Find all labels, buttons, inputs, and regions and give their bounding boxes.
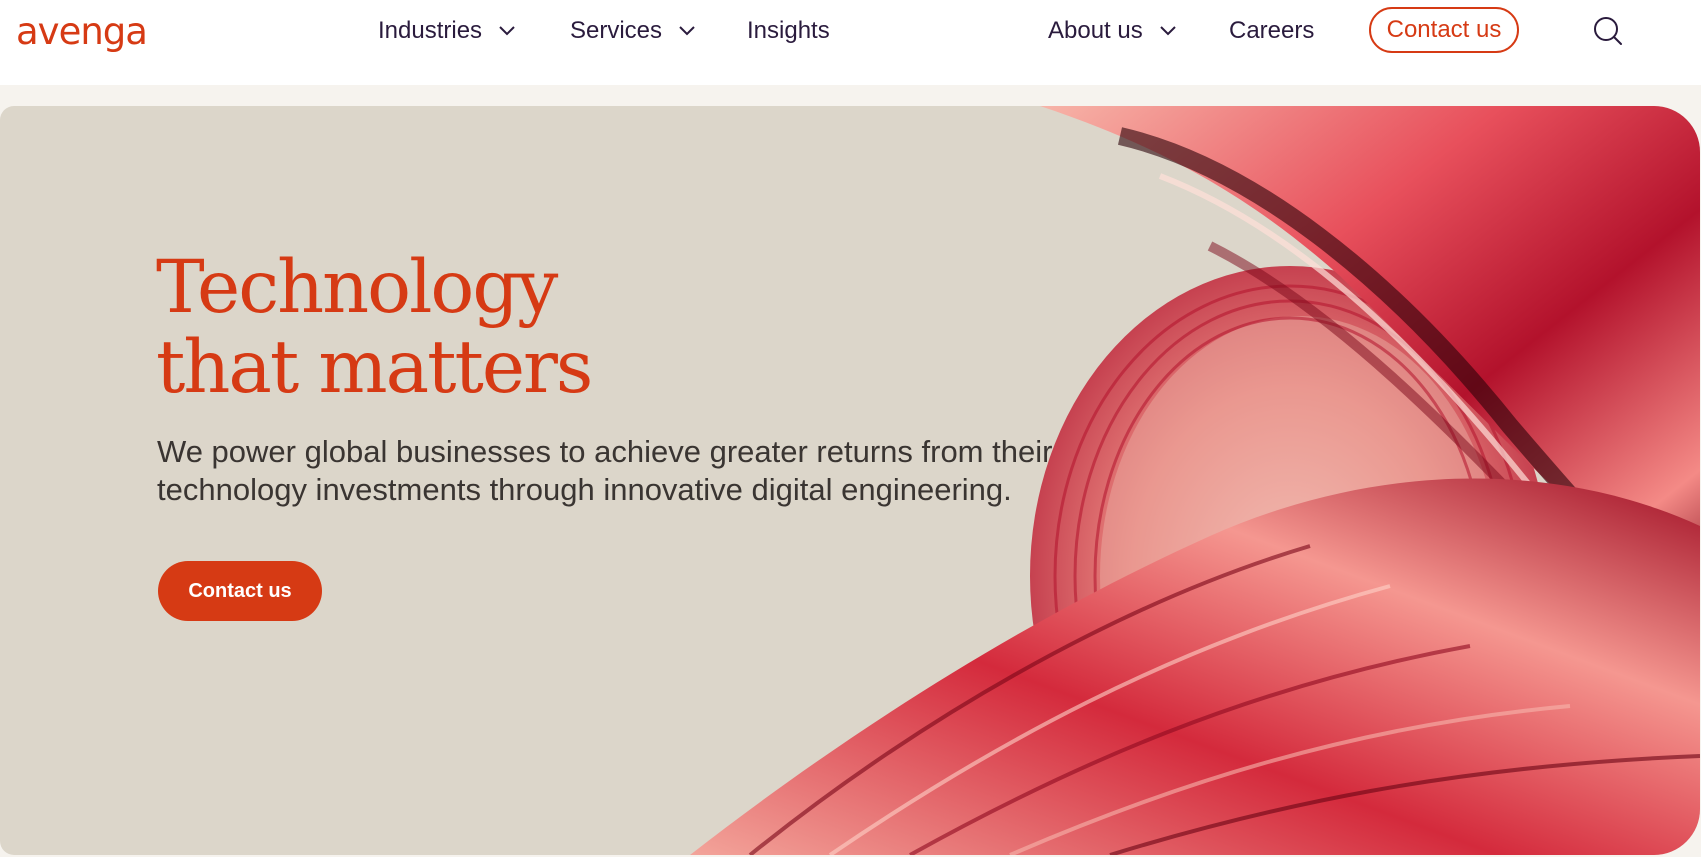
- nav-label-insights: Insights: [747, 17, 830, 44]
- nav-item-about[interactable]: About us: [1048, 14, 1177, 48]
- nav-label-careers: Careers: [1229, 17, 1315, 44]
- hero-title-line2: that matters: [156, 325, 593, 410]
- nav-label-services: Services: [570, 17, 663, 44]
- site-header: avenga Industries Services Insights Abou…: [0, 0, 1701, 85]
- hero-subtitle: We power global businesses to achieve gr…: [157, 434, 1053, 507]
- hero-title: Technology that matters: [156, 245, 593, 410]
- chevron-down-icon: [499, 26, 515, 36]
- nav-label-about: About us: [1048, 17, 1143, 44]
- nav-item-insights[interactable]: Insights: [747, 14, 830, 48]
- avenga-logo[interactable]: avenga: [16, 10, 148, 54]
- search-icon[interactable]: [1593, 16, 1623, 46]
- nav-item-careers[interactable]: Careers: [1229, 14, 1314, 48]
- header-contact-button[interactable]: Contact us: [1369, 7, 1519, 53]
- hero-section: Technology that matters We power global …: [0, 106, 1700, 855]
- hero-contact-button[interactable]: Contact us: [158, 561, 322, 621]
- chevron-down-icon: [1160, 26, 1176, 36]
- nav-item-industries[interactable]: Industries: [378, 14, 516, 48]
- nav-item-services[interactable]: Services: [570, 14, 696, 48]
- nav-label-industries: Industries: [378, 17, 483, 44]
- hero-title-line1: Technology: [156, 245, 558, 330]
- chevron-down-icon: [679, 26, 695, 36]
